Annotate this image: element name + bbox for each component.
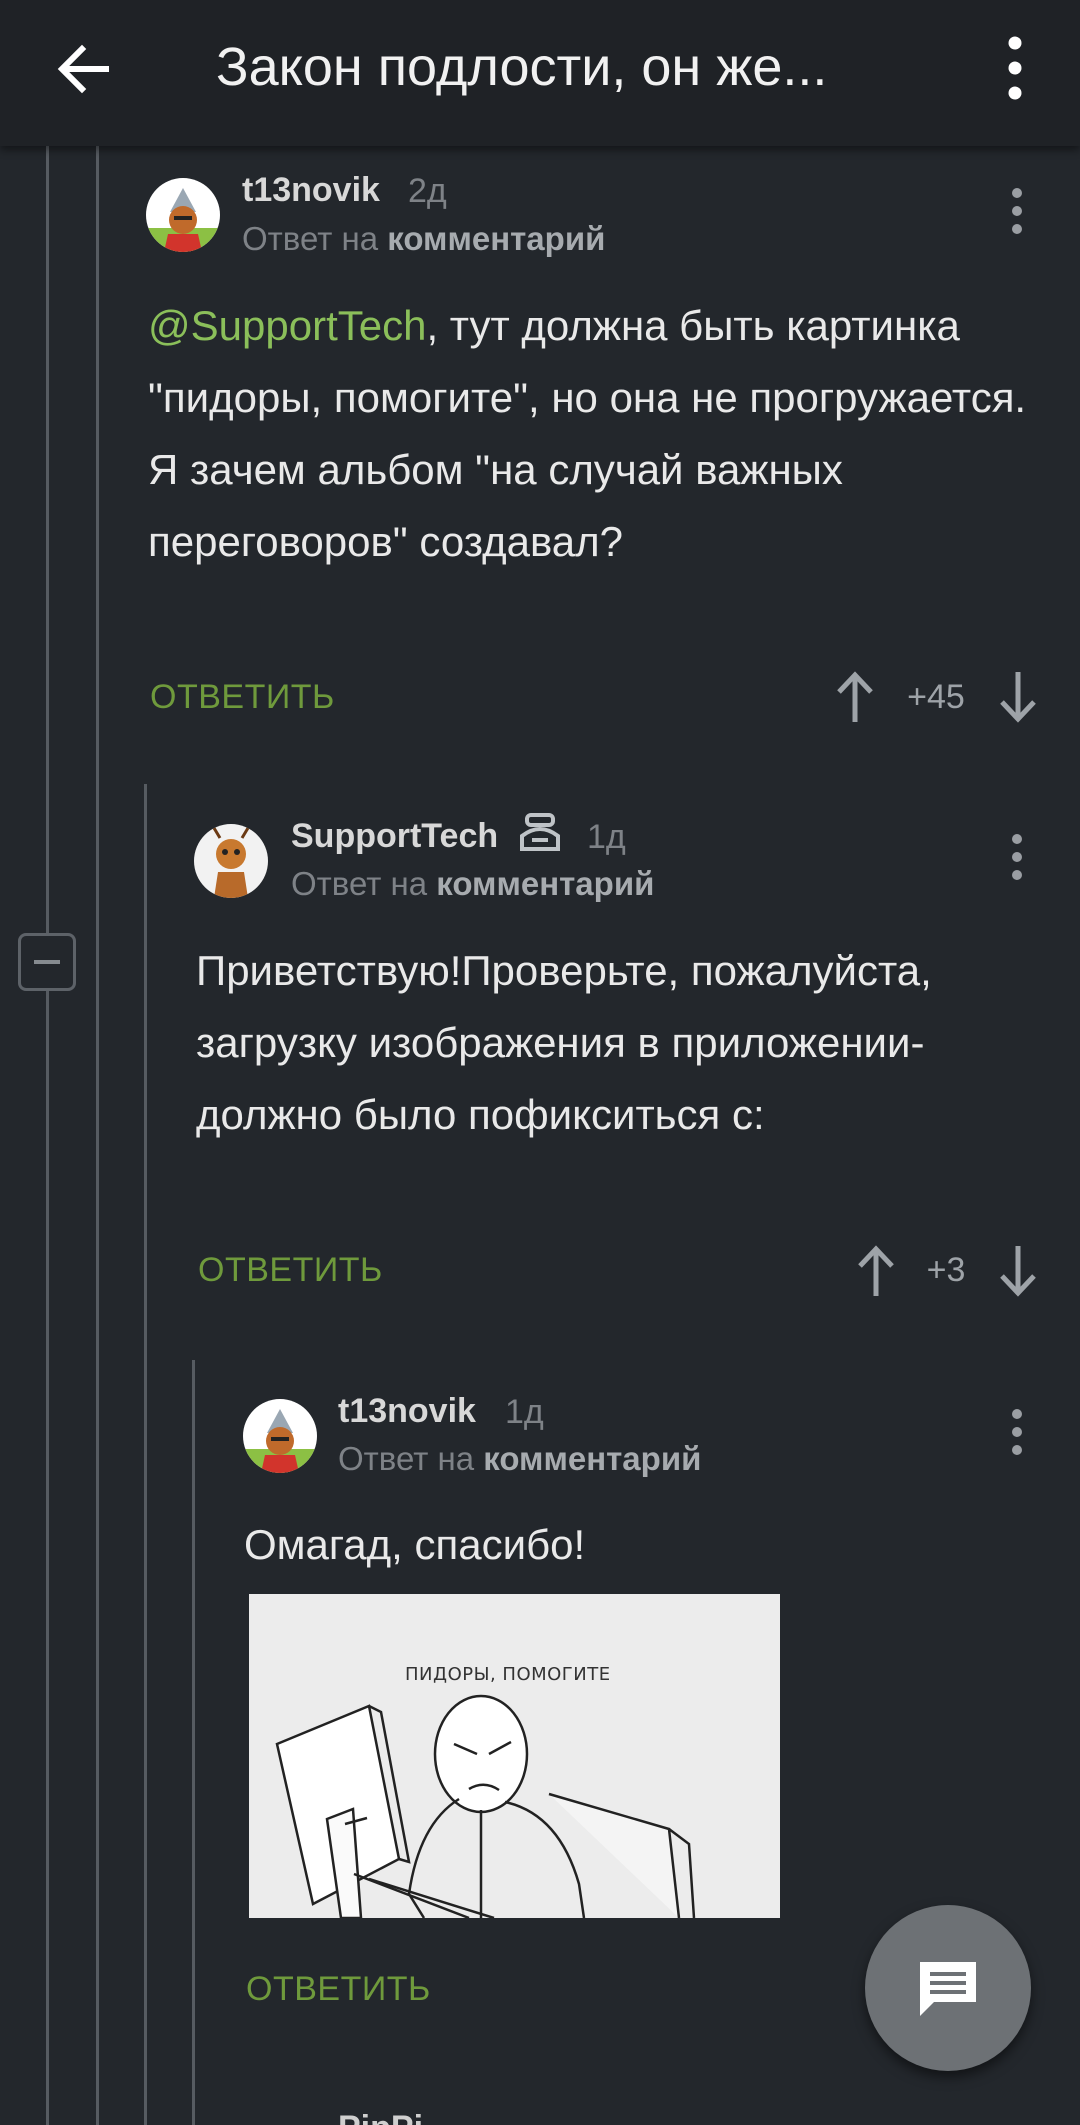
reply-to-label: Ответ на комментарий bbox=[338, 1439, 701, 1479]
reply-to-prefix: Ответ на bbox=[242, 220, 379, 257]
comment-more-icon[interactable] bbox=[1005, 1408, 1029, 1458]
meme-drawing bbox=[275, 1694, 696, 1918]
reply-to-prefix: Ответ на bbox=[291, 865, 428, 902]
avatar[interactable] bbox=[194, 824, 268, 898]
comment-more-icon[interactable] bbox=[1005, 833, 1029, 883]
thread-line bbox=[46, 146, 49, 933]
thread-line bbox=[192, 1360, 195, 2125]
avatar-support-icon bbox=[194, 824, 268, 898]
thread-line bbox=[144, 784, 147, 2125]
thread-line bbox=[46, 991, 49, 2125]
comment-text: @SupportTech, тут должна быть картинка "… bbox=[148, 290, 1028, 578]
comment-text: Приветствую!Проверьте, пожалуйста, загру… bbox=[196, 947, 932, 1138]
comments-screen: Закон подлости, он же... t13novik 2д Отв… bbox=[0, 0, 1080, 2125]
support-badge-icon bbox=[520, 813, 560, 851]
comment-rating: +45 bbox=[907, 678, 965, 716]
comment-time: 1д bbox=[505, 1393, 544, 1431]
avatar[interactable] bbox=[243, 1399, 317, 1473]
comment-time: 1д bbox=[587, 818, 626, 856]
arrow-left-icon[interactable] bbox=[52, 37, 116, 101]
arrow-up-icon[interactable] bbox=[856, 1244, 896, 1298]
mention-link[interactable]: @SupportTech bbox=[148, 302, 426, 349]
comment-author[interactable]: t13novik bbox=[338, 1391, 476, 1431]
comment-more-icon[interactable] bbox=[1005, 187, 1029, 237]
comment-author[interactable]: t13novik bbox=[242, 170, 380, 210]
comment-text: Омагад, спасибо! bbox=[244, 1521, 586, 1568]
top-app-bar: Закон подлости, он же... bbox=[0, 0, 1080, 146]
collapse-thread-button[interactable] bbox=[18, 933, 76, 991]
arrow-down-icon[interactable] bbox=[998, 1244, 1038, 1298]
reply-to-label: Ответ на комментарий bbox=[242, 219, 605, 259]
reply-to-link[interactable]: комментарий bbox=[387, 220, 605, 257]
reply-to-prefix: Ответ на bbox=[338, 1440, 475, 1477]
comment-author[interactable]: SupportTech bbox=[291, 816, 498, 856]
avatar-knight-icon bbox=[243, 1399, 317, 1473]
page-title: Закон подлости, он же... bbox=[216, 37, 828, 97]
comment-fab-button[interactable] bbox=[865, 1905, 1031, 2071]
more-vertical-icon[interactable] bbox=[995, 33, 1035, 103]
reply-button[interactable]: ОТВЕТИТЬ bbox=[198, 1250, 383, 1290]
avatar[interactable] bbox=[146, 178, 220, 252]
comment-rating: +3 bbox=[926, 1251, 966, 1289]
arrow-up-icon[interactable] bbox=[835, 670, 875, 724]
next-comment-author[interactable]: PipPi bbox=[338, 2108, 423, 2125]
avatar-knight-icon bbox=[146, 178, 220, 252]
reply-button[interactable]: ОТВЕТИТЬ bbox=[150, 677, 335, 717]
reply-button[interactable]: ОТВЕТИТЬ bbox=[246, 1969, 431, 2009]
thread-line bbox=[96, 146, 99, 2125]
reply-to-label: Ответ на комментарий bbox=[291, 864, 654, 904]
arrow-down-icon[interactable] bbox=[998, 670, 1038, 724]
reply-to-link[interactable]: комментарий bbox=[483, 1440, 701, 1477]
reply-to-link[interactable]: комментарий bbox=[436, 865, 654, 902]
comment-image[interactable]: ПИДОРЫ, ПОМОГИТЕ bbox=[249, 1594, 780, 1918]
comment-icon bbox=[920, 1962, 976, 2016]
comment-time: 2д bbox=[408, 172, 447, 210]
